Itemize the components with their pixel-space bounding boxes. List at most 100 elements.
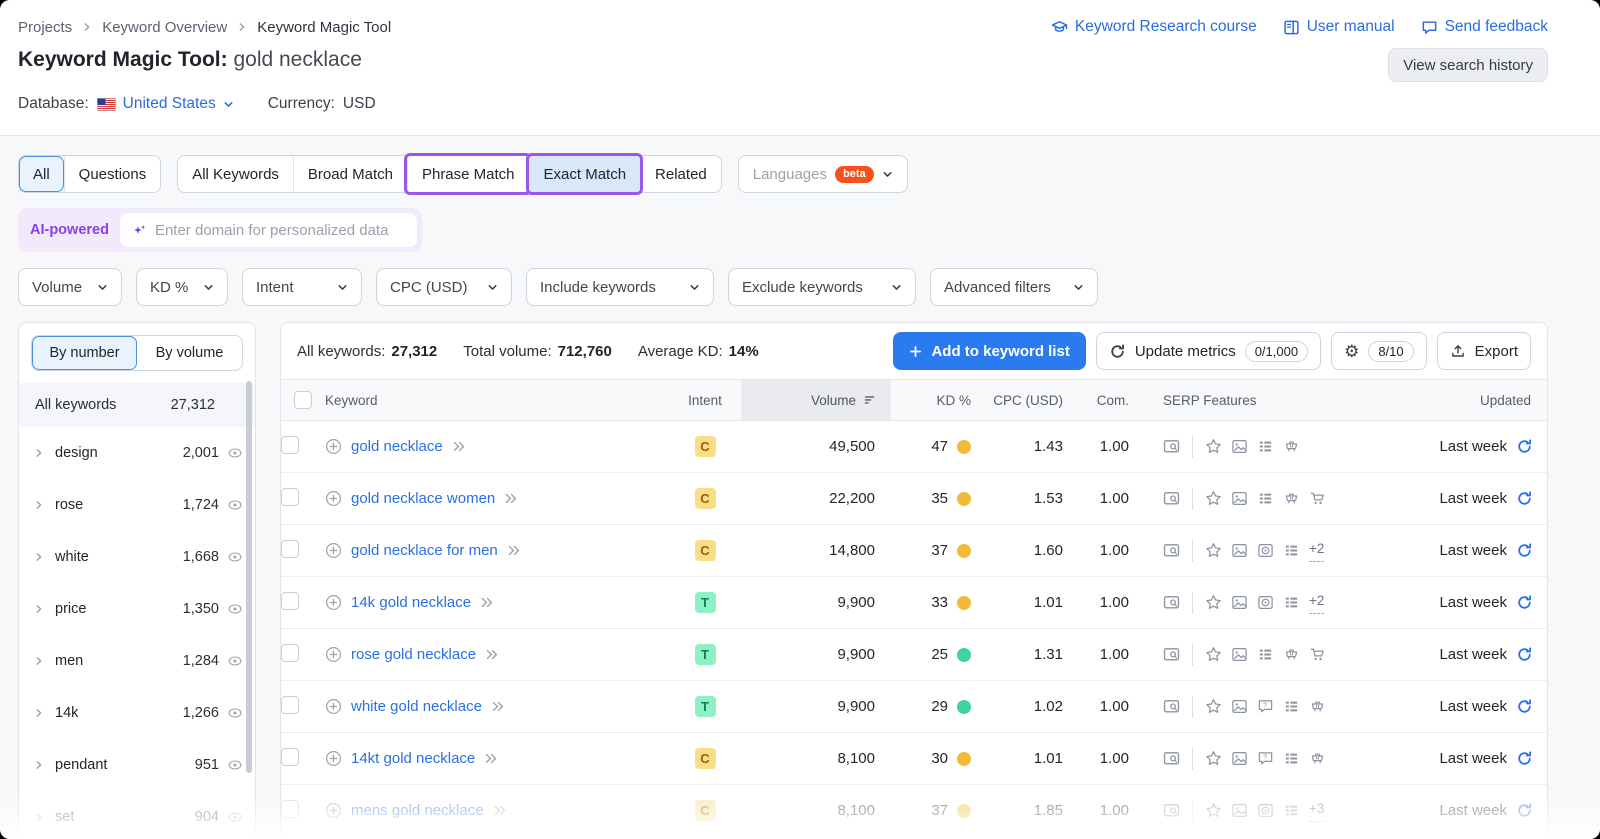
sidebar-item-price[interactable]: price 1,350 [19,583,255,635]
row-checkbox[interactable] [281,539,299,558]
header-link[interactable]: User manual [1283,18,1395,36]
sidebar-item-design[interactable]: design 2,001 [19,427,255,479]
row-checkbox[interactable] [281,487,299,506]
add-keyword-icon[interactable] [325,646,342,663]
row-checkbox[interactable] [281,643,299,662]
sidebar-toggle-option[interactable]: By volume [137,336,242,370]
eye-icon[interactable] [227,705,243,721]
breadcrumb-item[interactable]: Projects [18,19,72,36]
keyword-link[interactable]: rose gold necklace [351,646,476,663]
open-keyword-icon[interactable] [484,753,498,764]
open-keyword-icon[interactable] [491,701,505,712]
row-checkbox[interactable] [281,747,299,766]
update-metrics-button[interactable]: Update metrics 0/1,000 [1095,332,1322,370]
sidebar-item-14k[interactable]: 14k 1,266 [19,687,255,739]
filter-dropdown-volume[interactable]: Volume [18,268,122,306]
open-keyword-icon[interactable] [480,597,494,608]
open-keyword-icon[interactable] [493,805,507,816]
languages-dropdown[interactable]: Languages beta [737,155,908,193]
eye-icon[interactable] [227,757,243,773]
eye-icon[interactable] [227,549,243,565]
domain-input[interactable] [154,221,405,239]
tab-exact-match[interactable]: Exact Match [528,156,641,192]
add-keyword-icon[interactable] [325,542,342,559]
serp-preview-icon[interactable] [1163,698,1180,715]
eye-icon[interactable] [227,653,243,669]
database-selector[interactable]: United States [96,95,234,113]
refresh-icon[interactable] [1516,698,1533,715]
filter-dropdown-kd-[interactable]: KD % [136,268,228,306]
sidebar-item-white[interactable]: white 1,668 [19,531,255,583]
tab-all-keywords[interactable]: All Keywords [178,156,293,192]
sidebar-scrollbar[interactable] [246,381,252,773]
serp-features-more[interactable]: +2 [1309,539,1325,562]
filter-dropdown-exclude-keywords[interactable]: Exclude keywords [728,268,916,306]
sidebar-item-pendant[interactable]: pendant 951 [19,739,255,791]
refresh-icon[interactable] [1516,646,1533,663]
sidebar-item-rose[interactable]: rose 1,724 [19,479,255,531]
filter-dropdown-advanced-filters[interactable]: Advanced filters [930,268,1098,306]
view-search-history-button[interactable]: View search history [1388,48,1548,82]
tab-phrase-match[interactable]: Phrase Match [406,156,529,192]
keyword-link[interactable]: gold necklace for men [351,542,498,559]
export-button[interactable]: Export [1436,332,1531,370]
keyword-link[interactable]: gold necklace women [351,490,495,507]
eye-icon[interactable] [227,809,243,825]
tab-all[interactable]: All [19,156,64,192]
serp-preview-icon[interactable] [1163,646,1180,663]
refresh-icon[interactable] [1516,750,1533,767]
add-keyword-icon[interactable] [325,802,342,819]
keyword-link[interactable]: 14k gold necklace [351,594,471,611]
sidebar-item-set[interactable]: set 904 [19,791,255,839]
keyword-link[interactable]: 14kt gold necklace [351,750,475,767]
row-checkbox[interactable] [281,799,299,818]
select-all-checkbox[interactable] [294,391,312,409]
add-to-keyword-list-button[interactable]: Add to keyword list [893,332,1086,370]
open-keyword-icon[interactable] [504,493,518,504]
tab-questions[interactable]: Questions [63,156,161,192]
eye-icon[interactable] [227,601,243,617]
row-checkbox[interactable] [281,695,299,714]
refresh-icon[interactable] [1516,490,1533,507]
sidebar-all-keywords[interactable]: All keywords 27,312 [19,383,255,427]
add-keyword-icon[interactable] [325,490,342,507]
serp-preview-icon[interactable] [1163,438,1180,455]
keyword-link[interactable]: mens gold necklace [351,802,484,819]
row-checkbox[interactable] [281,435,299,454]
sidebar-toggle-option[interactable]: By number [32,336,137,370]
refresh-icon[interactable] [1516,594,1533,611]
add-keyword-icon[interactable] [325,698,342,715]
add-keyword-icon[interactable] [325,594,342,611]
serp-preview-icon[interactable] [1163,594,1180,611]
settings-button[interactable]: ⚙ 8/10 [1331,332,1427,370]
refresh-icon[interactable] [1516,802,1533,819]
sidebar-item-men[interactable]: men 1,284 [19,635,255,687]
refresh-icon[interactable] [1516,438,1533,455]
serp-preview-icon[interactable] [1163,802,1180,819]
tab-broad-match[interactable]: Broad Match [292,156,407,192]
eye-icon[interactable] [227,445,243,461]
add-keyword-icon[interactable] [325,438,342,455]
breadcrumb-item[interactable]: Keyword Overview [102,19,227,36]
tab-related[interactable]: Related [640,156,721,192]
open-keyword-icon[interactable] [452,441,466,452]
column-header-volume[interactable]: Volume [741,380,891,420]
refresh-icon[interactable] [1516,542,1533,559]
serp-preview-icon[interactable] [1163,542,1180,559]
header-link[interactable]: Keyword Research course [1051,18,1257,36]
keyword-link[interactable]: gold necklace [351,438,443,455]
serp-features-more[interactable]: +2 [1309,591,1325,614]
keyword-link[interactable]: white gold necklace [351,698,482,715]
row-checkbox[interactable] [281,591,299,610]
serp-preview-icon[interactable] [1163,750,1180,767]
filter-dropdown-include-keywords[interactable]: Include keywords [526,268,714,306]
eye-icon[interactable] [227,497,243,513]
header-link[interactable]: Send feedback [1421,18,1548,36]
serp-preview-icon[interactable] [1163,490,1180,507]
filter-dropdown-cpc-usd-[interactable]: CPC (USD) [376,268,512,306]
open-keyword-icon[interactable] [507,545,521,556]
serp-features-more[interactable]: +3 [1309,799,1325,822]
open-keyword-icon[interactable] [485,649,499,660]
filter-dropdown-intent[interactable]: Intent [242,268,362,306]
add-keyword-icon[interactable] [325,750,342,767]
